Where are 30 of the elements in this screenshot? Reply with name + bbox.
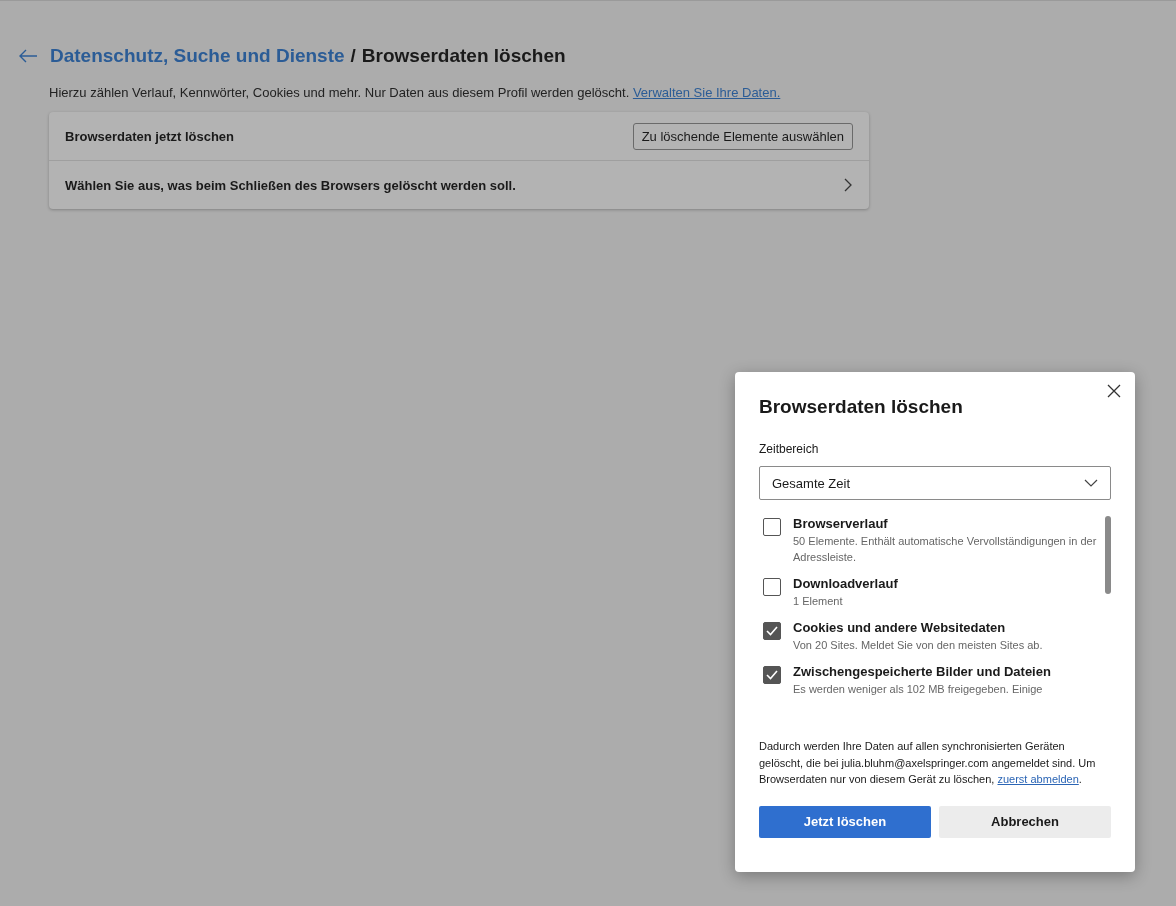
setting-label: Browserdaten jetzt löschen	[65, 128, 235, 144]
cancel-button[interactable]: Abbrechen	[939, 805, 1111, 838]
time-range-dropdown[interactable]: Gesamte Zeit	[759, 466, 1111, 500]
checkbox[interactable]	[763, 518, 781, 536]
back-arrow-icon[interactable]	[18, 48, 38, 64]
item-label: Browserverlauf	[793, 516, 889, 531]
breadcrumb-separator: /	[350, 45, 356, 67]
close-icon[interactable]	[1107, 384, 1121, 398]
scrollbar-thumb[interactable]	[1105, 516, 1111, 594]
item-label: Zwischengespeicherte Bilder und Dateien	[793, 663, 1051, 679]
checkbox[interactable]	[763, 577, 781, 596]
choose-items-button[interactable]: Zu löschende Elemente auswählen	[632, 122, 853, 150]
checkbox[interactable]	[763, 665, 781, 684]
item-detail: Von 20 Sites. Meldet Sie von den meisten Sites ab.	[793, 637, 1043, 653]
chevron-right-icon[interactable]	[843, 178, 853, 192]
item-detail: 1 Element	[793, 593, 844, 609]
description-text: Hierzu zählen Verlauf, Kennwörter, Cookies und mehr. Nur Daten aus diesem Profil werden gelöscht. Verwalten Sie Ihre Daten.	[49, 85, 782, 100]
page-title: Browserdaten löschen	[361, 45, 566, 67]
item-detail: 50 Elemente. Enthält automatische Vervollständigungen in der Adressleiste.	[793, 534, 1097, 565]
checkbox[interactable]	[763, 621, 781, 640]
time-range-label: Zeitbereich	[759, 442, 820, 456]
chevron-down-icon	[1084, 479, 1098, 487]
item-label: Cookies und andere Websitedaten	[793, 619, 1007, 635]
clear-now-button[interactable]: Jetzt löschen	[759, 805, 931, 838]
sign-out-link[interactable]: zuerst abmelden	[997, 773, 1079, 785]
item-label: Downloadverlauf	[793, 575, 898, 591]
item-detail: Es werden weniger als 102 MB freigegeben. Einige	[793, 681, 1044, 697]
sync-notice: Dadurch werden Ihre Daten auf allen synchronisierten Geräten gelöscht, die bei julia.bluhm@axelspringer.com angemeldet sind. Um Browserdaten nur von diesem Gerät zu löschen, zuerst abmelden.	[759, 739, 1097, 787]
dialog-title: Browserdaten löschen	[759, 396, 964, 418]
setting-label: Wählen Sie aus, was beim Schließen des Browsers gelöscht werden soll.	[65, 177, 516, 193]
